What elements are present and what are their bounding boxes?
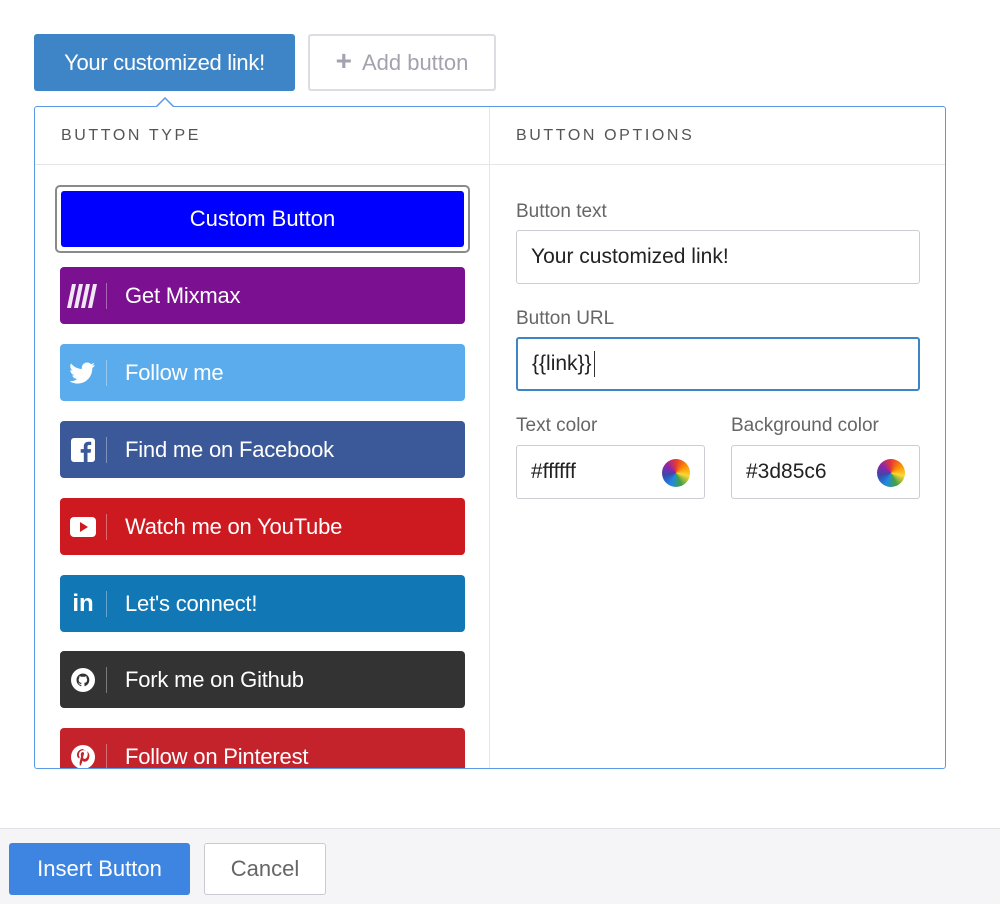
linkedin-icon: in	[72, 589, 94, 617]
plus-icon: +	[335, 45, 352, 76]
text-color-input[interactable]: #ffffff	[516, 445, 705, 499]
caret-pointer-icon	[156, 97, 174, 107]
button-type-facebook[interactable]: Find me on Facebook	[60, 421, 465, 478]
button-type-label: Fork me on Github	[125, 666, 304, 692]
button-options-header: BUTTON OPTIONS	[490, 107, 945, 165]
pinterest-icon	[60, 744, 106, 768]
button-type-label: Get Mixmax	[125, 282, 241, 308]
button-type-label: Find me on Facebook	[125, 436, 334, 462]
background-color-label: Background color	[731, 415, 879, 436]
button-type-github[interactable]: Fork me on Github	[60, 651, 465, 708]
button-type-label: Follow on Pinterest	[125, 743, 309, 769]
button-type-list[interactable]: Custom Button Get Mixmax Follow me Find …	[35, 165, 489, 768]
facebook-icon	[60, 437, 106, 462]
button-type-label: Watch me on YouTube	[125, 513, 343, 539]
text-cursor	[593, 351, 595, 377]
custom-button-option-selected[interactable]: Custom Button	[55, 185, 470, 253]
text-color-label: Text color	[516, 415, 598, 436]
button-text-value: Your customized link!	[531, 245, 729, 268]
background-color-value: #3d85c6	[746, 460, 827, 483]
insert-button[interactable]: Insert Button	[9, 843, 190, 895]
custom-button: Custom Button	[61, 191, 464, 247]
button-type-label: Follow me	[125, 359, 224, 385]
button-text-label: Button text	[516, 201, 607, 222]
button-url-input[interactable]: {{link}}	[516, 337, 920, 391]
button-options-column: BUTTON OPTIONS Button text Your customiz…	[490, 107, 945, 768]
add-button[interactable]: + Add button	[308, 34, 496, 91]
button-type-mixmax[interactable]: Get Mixmax	[60, 267, 465, 324]
button-type-header: BUTTON TYPE	[35, 107, 489, 165]
button-type-twitter[interactable]: Follow me	[60, 344, 465, 401]
color-picker-icon[interactable]	[662, 459, 690, 487]
button-type-pinterest[interactable]: Follow on Pinterest	[60, 728, 465, 768]
button-editor-panel: BUTTON TYPE Custom Button Get Mixmax Fol…	[34, 106, 946, 769]
dialog-footer: Insert Button Cancel	[0, 828, 1000, 904]
cancel-button[interactable]: Cancel	[204, 843, 326, 895]
text-color-value: #ffffff	[531, 460, 576, 483]
mixmax-logo-icon	[60, 283, 106, 308]
add-button-label: Add button	[361, 49, 469, 75]
button-type-column: BUTTON TYPE Custom Button Get Mixmax Fol…	[35, 107, 490, 768]
button-url-label: Button URL	[516, 308, 615, 329]
color-picker-icon[interactable]	[877, 459, 905, 487]
button-type-linkedin[interactable]: in Let's connect!	[60, 575, 465, 632]
button-type-label: Let's connect!	[125, 590, 258, 616]
button-tabs: Your customized link! + Add button	[34, 34, 496, 92]
button-text-input[interactable]: Your customized link!	[516, 230, 920, 284]
button-url-value: {{link}}	[532, 352, 592, 375]
twitter-icon	[60, 362, 106, 384]
github-icon	[60, 667, 106, 693]
button-type-youtube[interactable]: Watch me on YouTube	[60, 498, 465, 555]
youtube-icon	[60, 516, 106, 537]
tab-customized-link[interactable]: Your customized link!	[34, 34, 295, 91]
background-color-input[interactable]: #3d85c6	[731, 445, 920, 499]
